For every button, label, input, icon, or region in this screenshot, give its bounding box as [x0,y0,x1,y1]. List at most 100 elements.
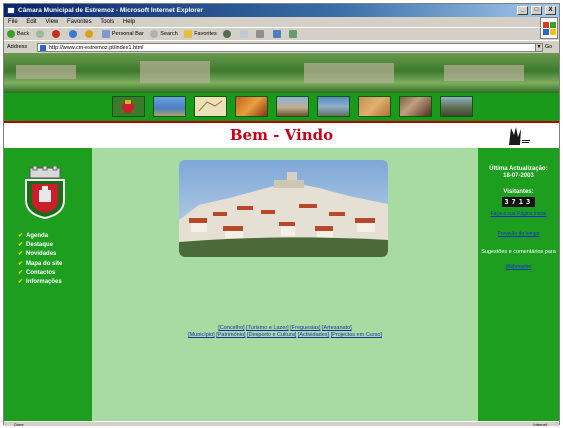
print-icon [256,29,265,38]
welcome-bar: Bem - Vindo [4,121,559,148]
webmaster-link[interactable]: Webmaster [478,264,559,270]
back-label: Back [17,31,30,37]
personalbar-icon [101,29,110,38]
visitor-count: 3713 [502,197,536,207]
menu-informacoes[interactable]: ✔ Informações [18,278,62,287]
left-sidebar: ✔ Agenda ✔ Destaque ✔ Novidades ✔ Mapa do si… [4,148,92,421]
mail-icon [239,29,248,38]
thumbnail-nav [4,93,559,121]
menu-agenda[interactable]: ✔ Agenda [18,232,62,241]
address-input[interactable]: http://www.cm-estremoz.pt/index1.html [37,43,541,52]
main-content: [Concelho] [Turismo e Lazer] [Freguesias… [92,148,478,421]
banner-building-right [304,63,394,83]
thumb-monument[interactable] [276,96,309,117]
link-municipio[interactable]: [Município] [188,332,215,338]
search-label: Search [160,31,178,37]
thumb-landscape[interactable] [153,96,186,117]
weather-link[interactable]: Previsão do tempo [478,231,559,237]
search-button[interactable]: Search [150,28,178,40]
menu-view[interactable]: View [45,19,58,25]
links-row-1: [Concelho] [Turismo e Lazer] [Freguesias… [92,325,478,331]
menu-mapa-do-site[interactable]: ✔ Mapa do site [18,260,62,269]
visitors-label: Visitantes: [503,189,534,195]
back-arrow-icon [7,29,15,38]
stop-button[interactable] [52,28,62,40]
forward-button[interactable] [35,28,46,40]
menu-tools[interactable]: Tools [100,19,114,25]
link-artesanato[interactable]: [Artesanato] [322,325,352,331]
menu-help[interactable]: Help [123,19,135,25]
window-title: Câmara Municipal de Estremoz - Microsoft… [18,7,203,14]
banner-building-center [140,61,210,83]
thumb-sports[interactable] [317,96,350,117]
minimize-button[interactable]: _ [517,6,528,15]
ie-icon [7,7,15,14]
edit-icon [272,29,281,38]
edit-button[interactable] [272,28,283,40]
history-icon [223,29,232,38]
right-sidebar: Última Actualização: 18-07-2003 Visitant… [478,148,559,421]
link-turismo-e-lazer[interactable]: [Turismo e Lazer] [246,325,289,331]
search-icon [150,29,159,38]
home-button[interactable] [85,28,95,40]
link-concelho[interactable]: [Concelho] [218,325,244,331]
refresh-icon [68,29,77,38]
address-dropdown-button[interactable]: ▼ [535,43,543,52]
banner-building-far-right [444,65,524,81]
header-banner [4,53,559,93]
menu-favorites[interactable]: Favorites [67,19,92,25]
visitor-counter: 3713 [500,197,538,207]
menu-novidades[interactable]: ✔ Novidades [18,250,62,259]
menu-file[interactable]: File [8,19,18,25]
stop-icon [52,29,61,38]
menu-destaque[interactable]: ✔ Destaque [18,241,62,250]
suggestions-text: Sugestões e comentários para [481,249,556,255]
mail-button[interactable] [239,28,250,40]
address-label: Address [7,44,28,50]
coat-of-arms-icon [25,166,65,220]
corner-logo-icon [509,127,530,145]
toolbar: Back Personal Bar Search Favorites [4,27,542,40]
address-bar: Address http://www.cm-estremoz.pt/index1… [4,40,559,53]
last-update: Última Actualização: 18-07-2003 [478,166,559,180]
favorites-icon [184,29,193,38]
left-menu: ✔ Agenda ✔ Destaque ✔ Novidades ✔ Mapa do si… [18,232,62,287]
link-patrimonio[interactable]: [Património] [216,332,245,338]
town-photo [179,160,388,257]
back-button[interactable]: Back [7,28,29,40]
link-projectos-em-curso[interactable]: [Projectos em Curso] [331,332,382,338]
link-desporto-e-cultura[interactable]: [Desporto e Cultura] [247,332,296,338]
windows-logo [540,17,558,39]
discuss-button[interactable] [289,28,299,40]
link-actividades[interactable]: [Actividades] [298,332,329,338]
forward-arrow-icon [35,29,44,38]
status-text: Done [14,422,24,427]
go-button[interactable]: Go [545,43,557,52]
page-viewport: Bem - Vindo ✔ Agenda ✔ Destaque ✔ Novida… [4,53,559,421]
personalbar-button[interactable]: Personal Bar [101,28,144,40]
welcome-heading: Bem - Vindo [229,126,334,144]
thumb-activities[interactable] [399,96,432,117]
refresh-button[interactable] [68,28,79,40]
home-icon [85,29,94,38]
menu-edit[interactable]: Edit [26,19,36,25]
close-button[interactable]: X [545,6,556,15]
last-update-label: Última Actualização: [489,166,548,172]
thumb-crest[interactable] [112,96,145,117]
personalbar-label: Personal Bar [111,31,144,37]
internet-zone: Internet [533,422,547,427]
favorites-button[interactable]: Favorites [184,28,217,40]
history-button[interactable] [223,28,233,40]
banner-building-left [16,65,76,79]
print-button[interactable] [256,28,266,40]
maximize-button[interactable]: □ [531,6,542,15]
thumb-projects[interactable] [440,96,473,117]
thumb-map[interactable] [194,96,227,117]
menu-contactos[interactable]: ✔ Contactos [18,269,62,278]
link-freguesias[interactable]: [Freguesias] [290,325,320,331]
address-url: http://www.cm-estremoz.pt/index1.html [49,45,144,51]
page-icon [40,45,46,51]
thumb-crafts[interactable] [235,96,268,117]
thumb-texture[interactable] [358,96,391,117]
homepage-link[interactable]: Faça-a sua Página inicial [478,211,559,217]
